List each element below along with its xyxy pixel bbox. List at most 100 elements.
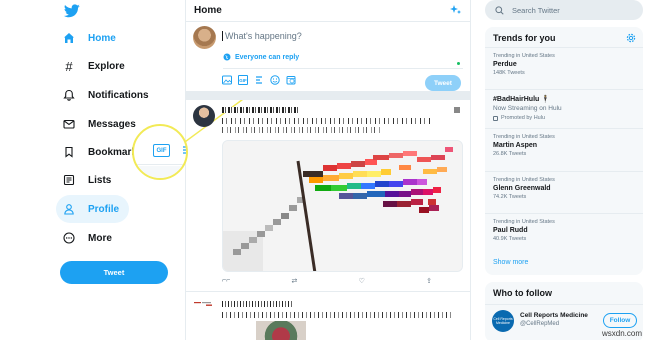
search-input[interactable]: Search Twitter (485, 0, 643, 20)
sidebar-item-messages[interactable]: Messages (56, 110, 146, 138)
trend-item[interactable]: Trending in United States Paul Rudd 40.9… (485, 213, 643, 255)
divider (134, 164, 186, 165)
sidebar-item-label: Home (88, 32, 116, 44)
trends-panel: Trends for you Trending in United States… (485, 27, 643, 275)
who-to-follow-title: Who to follow (493, 288, 552, 298)
trend-item[interactable]: Trending in United States Perdue 148K Tw… (485, 47, 643, 89)
envelope-icon (62, 117, 76, 131)
reply-setting[interactable]: Everyone can reply (223, 53, 299, 61)
tweet-media-image[interactable] (222, 140, 463, 272)
section-separator (186, 92, 471, 100)
sidebar-item-explore[interactable]: # Explore (56, 52, 135, 80)
sidebar-item-notifications[interactable]: Notifications (56, 81, 159, 109)
poll-icon[interactable] (254, 75, 264, 85)
like-icon[interactable]: ♡ (359, 277, 365, 285)
more-circle-icon (62, 231, 76, 245)
schedule-icon[interactable] (286, 75, 296, 85)
emoji-icon[interactable] (270, 75, 280, 85)
person-icon (62, 202, 76, 216)
compose-box: What's happening? Everyone can reply GIF… (186, 22, 471, 92)
gear-icon[interactable] (626, 33, 636, 43)
more-icon[interactable] (454, 107, 460, 113)
sidebar-item-label: Messages (88, 118, 136, 130)
account-name[interactable]: Cell Reports Medicine (520, 312, 588, 319)
gif-magnifier-callout: GIF (132, 124, 188, 180)
trend-context: Trending in United States (493, 177, 555, 183)
status-dot (457, 62, 460, 65)
trend-count: 26.8K Tweets (493, 151, 527, 157)
separator-band (134, 166, 186, 178)
trend-name: #BadHairHulu 🕴 (493, 96, 550, 103)
avatar[interactable] (193, 105, 215, 127)
trends-title: Trends for you (493, 33, 556, 43)
search-icon (495, 5, 504, 15)
show-more-link[interactable]: Show more (493, 259, 528, 266)
sidebar-item-label: Notifications (88, 89, 149, 101)
promoted-icon (493, 115, 498, 121)
compose-toolbar: GIF (222, 75, 296, 85)
emoji-icon: 🕴 (541, 96, 550, 103)
globe-icon (223, 53, 231, 61)
trend-subtitle: Now Streaming on Hulu (493, 105, 562, 112)
right-sidebar: Search Twitter Trends for you Trending i… (471, 0, 650, 340)
compose-tweet-button[interactable]: Tweet (425, 75, 461, 91)
redacted-text (222, 118, 432, 124)
twitter-bird-icon[interactable] (64, 4, 80, 18)
promoted-label: Promoted by Hulu (493, 115, 643, 121)
redacted-text (222, 312, 454, 318)
tweet-button[interactable]: Tweet (60, 261, 168, 284)
tweet-card[interactable] (186, 293, 471, 340)
account-handle: @CellRepMed (520, 321, 560, 327)
gif-icon: GIF (153, 144, 170, 157)
bell-icon (62, 88, 76, 102)
trend-count: 40.9K Tweets (493, 236, 527, 242)
sidebar-item-more[interactable]: More (56, 224, 122, 252)
sidebar-item-label: Explore (88, 60, 125, 72)
hashtag-icon: # (65, 58, 73, 74)
redacted-text (222, 301, 292, 307)
pixelated-image (223, 141, 462, 271)
reply-icon[interactable]: ⌐⌐ (222, 277, 230, 285)
account-logo (192, 301, 216, 307)
gif-icon[interactable]: GIF (238, 75, 248, 85)
divider (223, 68, 463, 69)
redacted-text (222, 127, 382, 133)
trend-name: Perdue (493, 61, 517, 68)
divider (485, 304, 643, 305)
image-icon[interactable] (222, 75, 232, 85)
redacted-text (222, 107, 300, 113)
trend-item[interactable]: Trending in United States Glenn Greenwal… (485, 171, 643, 213)
sparkle-icon[interactable] (450, 4, 462, 16)
trend-name: Paul Rudd (493, 227, 528, 234)
trend-item[interactable]: Trending in United States Martin Aspen 2… (485, 128, 643, 170)
sidebar-item-label: Profile (88, 203, 120, 215)
trend-name: Martin Aspen (493, 142, 538, 149)
sidebar-item-label: More (88, 232, 112, 244)
avatar[interactable] (193, 26, 216, 49)
watermark: wsxdn.com (601, 329, 642, 338)
trend-item[interactable]: #BadHairHulu 🕴 Now Streaming on Hulu Pro… (485, 89, 643, 127)
trend-name: Glenn Greenwald (493, 185, 551, 192)
tweet-media-image[interactable] (256, 321, 306, 340)
trend-count: 148K Tweets (493, 70, 525, 76)
retweet-icon[interactable]: ⇄ (291, 277, 297, 285)
sidebar-item-lists[interactable]: Lists (56, 166, 121, 194)
follow-button[interactable]: Follow (603, 313, 637, 328)
home-icon (62, 31, 76, 45)
trend-count: 74.2K Tweets (493, 194, 527, 200)
list-icon (62, 173, 76, 187)
tweet-card[interactable]: ⌐⌐ ⇄ ♡ ⇪ (186, 100, 471, 292)
sidebar-item-label: Lists (88, 174, 112, 186)
tweet-actions: ⌐⌐ ⇄ ♡ ⇪ (222, 277, 432, 285)
avatar[interactable]: Cell Reports Medicine (492, 310, 514, 332)
sidebar-item-home[interactable]: Home (56, 24, 126, 52)
timeline-column: Home What's happening? Everyone can repl… (186, 0, 471, 340)
sidebar-item-profile[interactable]: Profile (56, 195, 130, 223)
trend-context: Trending in United States (493, 53, 555, 59)
reply-setting-label: Everyone can reply (235, 53, 300, 61)
bookmark-icon (62, 145, 76, 159)
trend-context: Trending in United States (493, 134, 555, 140)
timeline-header: Home (186, 0, 470, 22)
compose-input[interactable]: What's happening? (222, 31, 302, 41)
share-icon[interactable]: ⇪ (426, 277, 432, 285)
